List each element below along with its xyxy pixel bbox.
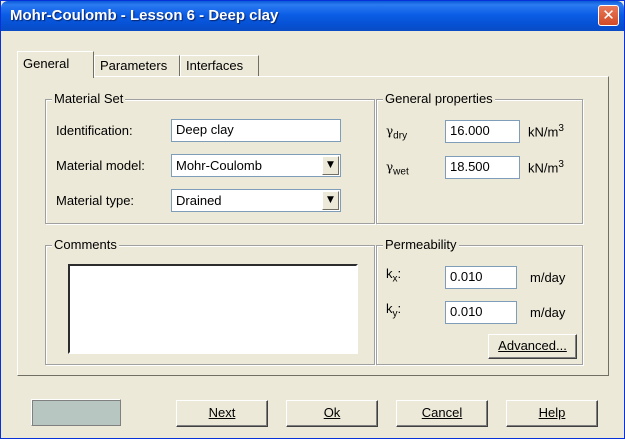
dialog-window: Mohr-Coulomb - Lesson 6 - Deep clay ✕ Ge… xyxy=(0,0,625,439)
cancel-button-label: Cancel xyxy=(421,405,463,420)
chevron-down-icon[interactable]: ▼ xyxy=(322,191,339,210)
comments-label: Comments xyxy=(52,237,119,252)
material-model-select[interactable]: Mohr-Coulomb ▼ xyxy=(171,154,341,177)
kx-symbol: kx: xyxy=(386,266,401,285)
close-icon: ✕ xyxy=(602,6,615,24)
material-type-select[interactable]: Drained ▼ xyxy=(171,189,341,212)
tab-parameters[interactable]: Parameters xyxy=(94,55,180,77)
ok-button[interactable]: Ok xyxy=(286,400,378,427)
general-properties-label: General properties xyxy=(383,91,495,106)
comments-group: Comments xyxy=(45,237,375,365)
general-properties-group: General properties γdry 16.000 kN/m3 γwe… xyxy=(376,91,583,224)
chevron-down-icon[interactable]: ▼ xyxy=(322,156,339,175)
gamma-dry-field[interactable]: 16.000 xyxy=(445,120,520,143)
kx-field[interactable]: 0.010 xyxy=(445,266,517,289)
gamma-wet-unit-sup: 3 xyxy=(558,159,564,170)
kx-colon: : xyxy=(397,266,402,281)
ky-symbol: ky: xyxy=(386,301,401,320)
material-model-label: Material model: xyxy=(56,158,145,173)
ky-field[interactable]: 0.010 xyxy=(445,301,517,324)
advanced-button[interactable]: Advanced... xyxy=(488,334,577,359)
advanced-button-label: Advanced... xyxy=(498,338,567,353)
kx-unit: m/day xyxy=(530,270,566,285)
gamma-dry-unit: kN/m3 xyxy=(528,123,564,139)
permeability-group: Permeability kx: 0.010 m/day ky: 0.010 m… xyxy=(376,237,583,365)
gamma-dry-symbol: γdry xyxy=(386,123,407,142)
tab-interfaces-label: Interfaces xyxy=(186,58,244,73)
help-button-label: Help xyxy=(538,405,566,420)
gamma-dry-subscript: dry xyxy=(393,130,408,142)
material-type-label: Material type: xyxy=(56,193,135,208)
window-title: Mohr-Coulomb - Lesson 6 - Deep clay xyxy=(10,7,279,24)
gamma-dry-unit-text: kN/m xyxy=(528,124,559,140)
help-button[interactable]: Help xyxy=(506,400,598,427)
tab-general[interactable]: General xyxy=(17,51,94,78)
comments-textarea[interactable] xyxy=(68,264,358,354)
tab-interfaces[interactable]: Interfaces xyxy=(180,55,259,77)
identification-field[interactable]: Deep clay xyxy=(171,119,341,142)
gamma-wet-symbol: γwet xyxy=(386,159,409,178)
identification-label: Identification: xyxy=(56,123,133,138)
close-button[interactable]: ✕ xyxy=(598,5,619,26)
permeability-label: Permeability xyxy=(383,237,459,252)
ok-button-label: Ok xyxy=(323,405,341,420)
tab-general-label: General xyxy=(23,56,70,71)
material-type-value: Drained xyxy=(176,193,222,208)
material-set-group: Material Set Identification: Deep clay M… xyxy=(45,91,375,224)
next-button-label: Next xyxy=(208,405,236,420)
ky-colon: : xyxy=(397,301,402,316)
gamma-wet-field[interactable]: 18.500 xyxy=(445,156,520,179)
status-indicator xyxy=(31,399,121,426)
title-bar[interactable]: Mohr-Coulomb - Lesson 6 - Deep clay ✕ xyxy=(1,1,624,31)
ky-unit: m/day xyxy=(530,305,566,320)
material-model-value: Mohr-Coulomb xyxy=(176,158,262,173)
cancel-button[interactable]: Cancel xyxy=(396,400,488,427)
gamma-dry-unit-sup: 3 xyxy=(558,123,564,134)
tab-panel-general: Material Set Identification: Deep clay M… xyxy=(17,76,609,376)
gamma-wet-subscript: wet xyxy=(393,166,409,178)
tab-parameters-label: Parameters xyxy=(100,58,168,73)
next-button[interactable]: Next xyxy=(176,400,268,427)
gamma-wet-unit-text: kN/m xyxy=(528,160,559,176)
material-set-label: Material Set xyxy=(52,91,126,106)
gamma-wet-unit: kN/m3 xyxy=(528,159,564,175)
